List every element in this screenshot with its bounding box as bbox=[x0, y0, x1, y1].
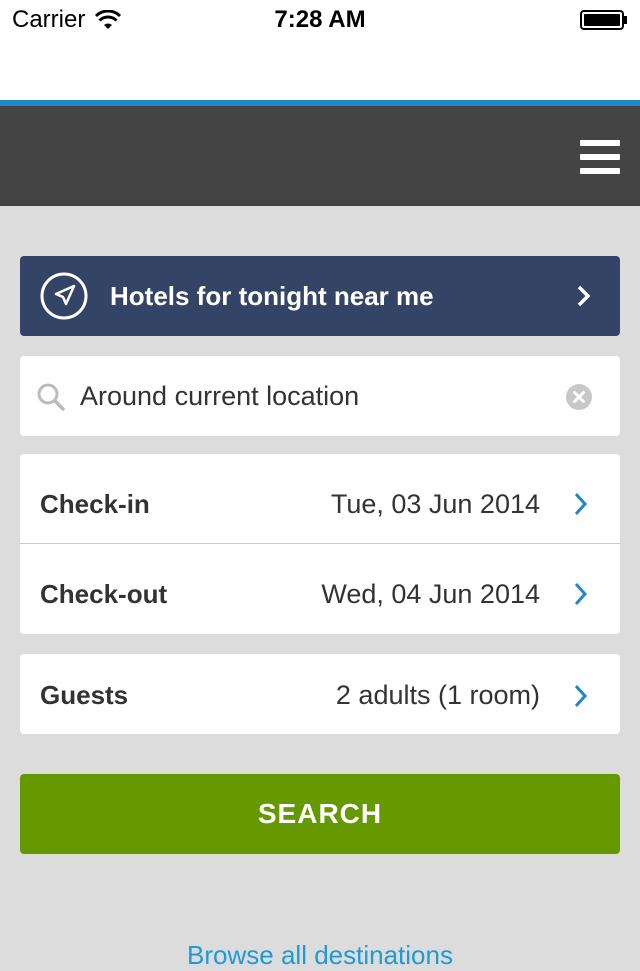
hamburger-menu-icon[interactable] bbox=[580, 140, 620, 174]
checkout-value: Wed, 04 Jun 2014 bbox=[321, 579, 540, 609]
checkout-label: Check-out bbox=[40, 579, 168, 609]
guests-label: Guests bbox=[40, 680, 129, 710]
chevron-right-icon bbox=[574, 492, 588, 516]
location-arrow-icon bbox=[40, 272, 88, 320]
guests-card: Guests 2 adults (1 room) bbox=[20, 654, 620, 734]
checkin-label: Check-in bbox=[40, 489, 150, 519]
search-field bbox=[20, 356, 620, 436]
dates-card: Check-in Tue, 03 Jun 2014 Check-out Wed,… bbox=[20, 454, 620, 634]
browse-destinations-link[interactable]: Browse all destinations bbox=[0, 940, 640, 971]
hotels-near-me-button[interactable]: Hotels for tonight near me bbox=[20, 256, 620, 336]
search-icon bbox=[37, 383, 65, 411]
checkin-value: Tue, 03 Jun 2014 bbox=[330, 489, 540, 519]
chevron-right-icon bbox=[577, 285, 591, 307]
search-input[interactable] bbox=[80, 356, 540, 436]
guests-value: 2 adults (1 room) bbox=[335, 680, 540, 710]
battery-icon bbox=[580, 10, 627, 30]
chevron-right-icon bbox=[574, 684, 588, 708]
checkin-row[interactable]: Check-in Tue, 03 Jun 2014 bbox=[20, 454, 620, 544]
hotels-near-me-label: Hotels for tonight near me bbox=[110, 281, 434, 311]
status-bar: Carrier 7:28 AM bbox=[0, 0, 640, 100]
chevron-right-icon bbox=[574, 582, 588, 606]
status-time: 7:28 AM bbox=[274, 6, 366, 33]
clear-icon[interactable] bbox=[566, 384, 592, 410]
checkout-row[interactable]: Check-out Wed, 04 Jun 2014 bbox=[20, 544, 620, 634]
guests-row[interactable]: Guests 2 adults (1 room) bbox=[20, 654, 620, 734]
nav-bar bbox=[0, 106, 640, 206]
search-button[interactable]: SEARCH bbox=[20, 774, 620, 854]
